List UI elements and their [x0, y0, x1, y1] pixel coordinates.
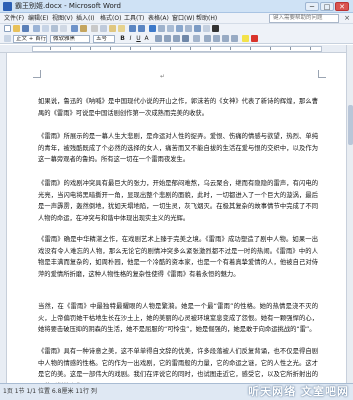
open-folder-icon[interactable] [13, 25, 20, 32]
align-left-icon[interactable] [155, 35, 162, 42]
vertical-scrollbar[interactable] [346, 45, 353, 383]
font-size-select[interactable]: 五号 [93, 35, 115, 43]
paragraph-3[interactable]: 《雷雨》的戏剧冲突具有最巨大的张力，开始是郁闷难熬，乌云聚合，继而有隐隐的雷声，… [38, 178, 318, 225]
document-map-icon[interactable] [203, 25, 210, 32]
menu-edit[interactable]: 编辑(E) [28, 14, 48, 23]
status-bar: 1页 1节 1/1 位置 6.8厘米 11行 列 听天网络 文室吧网 [0, 383, 353, 400]
tables-borders-icon[interactable] [158, 25, 165, 32]
copy-icon[interactable] [100, 25, 107, 32]
minimize-button[interactable]: ─ [305, 2, 319, 11]
watermark-logo: 听天网络 文室吧网 [248, 385, 349, 398]
menu-table[interactable]: 表格(A) [148, 14, 169, 23]
font-color-icon[interactable] [251, 35, 258, 42]
margin-corner-top-left [33, 70, 41, 78]
styles-pane-icon[interactable] [4, 35, 11, 42]
print-icon[interactable] [51, 25, 58, 32]
paste-icon[interactable] [109, 25, 116, 32]
help-search-input[interactable]: 键入需要帮助的问题 [269, 14, 339, 23]
paragraph-2[interactable]: 《雷雨》所展示的是一幕人生大悲剧，是命运对人性的捉弄。爱恨、伤痛的情感与欲望，热… [38, 131, 318, 166]
spelling-icon[interactable] [71, 25, 78, 32]
print-preview-icon[interactable] [60, 25, 67, 32]
decrease-indent-icon[interactable] [222, 35, 229, 42]
word-app-icon[interactable] [3, 2, 12, 11]
bold-button[interactable]: B [119, 35, 126, 43]
drawing-icon[interactable] [194, 25, 201, 32]
numbering-icon[interactable] [204, 35, 211, 42]
standard-toolbar [0, 24, 353, 34]
formatting-toolbar: 正文 + 首行缩 微软雅黑 五号 B I U A [0, 34, 353, 44]
italic-button[interactable]: I [127, 35, 134, 43]
horizontal-ruler[interactable] [0, 45, 353, 53]
justify-icon[interactable] [182, 35, 189, 42]
status-text: 1页 1节 1/1 位置 6.8厘米 11行 列 [3, 388, 97, 395]
email-icon[interactable] [42, 25, 49, 32]
ruler-track [32, 46, 322, 52]
word-window: 霸王别姬.docx - Microsoft Word ─ □ ✕ 文件(F) 编… [0, 0, 353, 400]
save-icon[interactable] [22, 25, 29, 32]
line-spacing-icon[interactable] [193, 35, 200, 42]
empty-paragraph-mark: ↵ [160, 73, 166, 80]
research-icon[interactable] [80, 25, 87, 32]
title-bar[interactable]: 霸王别姬.docx - Microsoft Word ─ □ ✕ [0, 0, 353, 13]
window-title: 霸王别姬.docx - Microsoft Word [15, 2, 121, 10]
align-center-icon[interactable] [164, 35, 171, 42]
menu-bar: 文件(F) 编辑(E) 视图(V) 插入(I) 格式(O) 工具(T) 表格(A… [0, 13, 353, 24]
insert-excel-icon[interactable] [176, 25, 183, 32]
permission-icon[interactable] [33, 25, 40, 32]
close-document-icon[interactable]: × [344, 14, 350, 23]
underline-button[interactable]: U [135, 35, 142, 43]
paragraph-4[interactable]: 《雷雨》确是中华精湛之作，在戏剧艺术上臻于完美之境。《雷雨》成功塑造了剧中人物。… [38, 234, 318, 281]
format-painter-icon[interactable] [118, 25, 125, 32]
menu-help[interactable]: 帮助(H) [196, 14, 217, 23]
menu-file[interactable]: 文件(F) [4, 14, 24, 23]
paragraph-5[interactable]: 当然，在《雷雨》中最独特最耀眼的人物是繁漪。她是一个最“雷雨”的性格。她的热情是… [38, 301, 318, 336]
menu-tools[interactable]: 工具(T) [124, 14, 144, 23]
menu-insert[interactable]: 插入(I) [76, 14, 94, 23]
highlight-icon[interactable] [242, 35, 249, 42]
paragraph-1[interactable]: 如果说，鲁迅的《呐喊》是中国现代小说的开山之作，郭沫若的《女神》代表了新诗的辉煌… [38, 96, 318, 119]
insert-table-icon[interactable] [167, 25, 174, 32]
hyperlink-icon[interactable] [149, 25, 156, 32]
char-border-button[interactable]: A [143, 35, 150, 43]
redo-icon[interactable] [138, 25, 145, 32]
margin-corner-top-right [318, 70, 326, 78]
menu-view[interactable]: 视图(V) [52, 14, 73, 23]
maximize-button[interactable]: □ [320, 2, 334, 11]
close-button[interactable]: ✕ [335, 2, 349, 11]
new-document-icon[interactable] [4, 25, 11, 32]
style-select[interactable]: 正文 + 首行缩 [13, 35, 47, 43]
font-select[interactable]: 微软雅黑 [50, 35, 90, 43]
vertical-ruler[interactable] [0, 53, 7, 383]
columns-icon[interactable] [185, 25, 192, 32]
increase-indent-icon[interactable] [231, 35, 238, 42]
undo-icon[interactable] [129, 25, 136, 32]
menu-window[interactable]: 窗口(W) [172, 14, 195, 23]
menu-format[interactable]: 格式(O) [100, 14, 121, 23]
scrollbar-thumb[interactable] [348, 105, 353, 145]
show-hide-icon[interactable] [212, 25, 219, 32]
align-right-icon[interactable] [173, 35, 180, 42]
bullets-icon[interactable] [213, 35, 220, 42]
cut-icon[interactable] [91, 25, 98, 32]
